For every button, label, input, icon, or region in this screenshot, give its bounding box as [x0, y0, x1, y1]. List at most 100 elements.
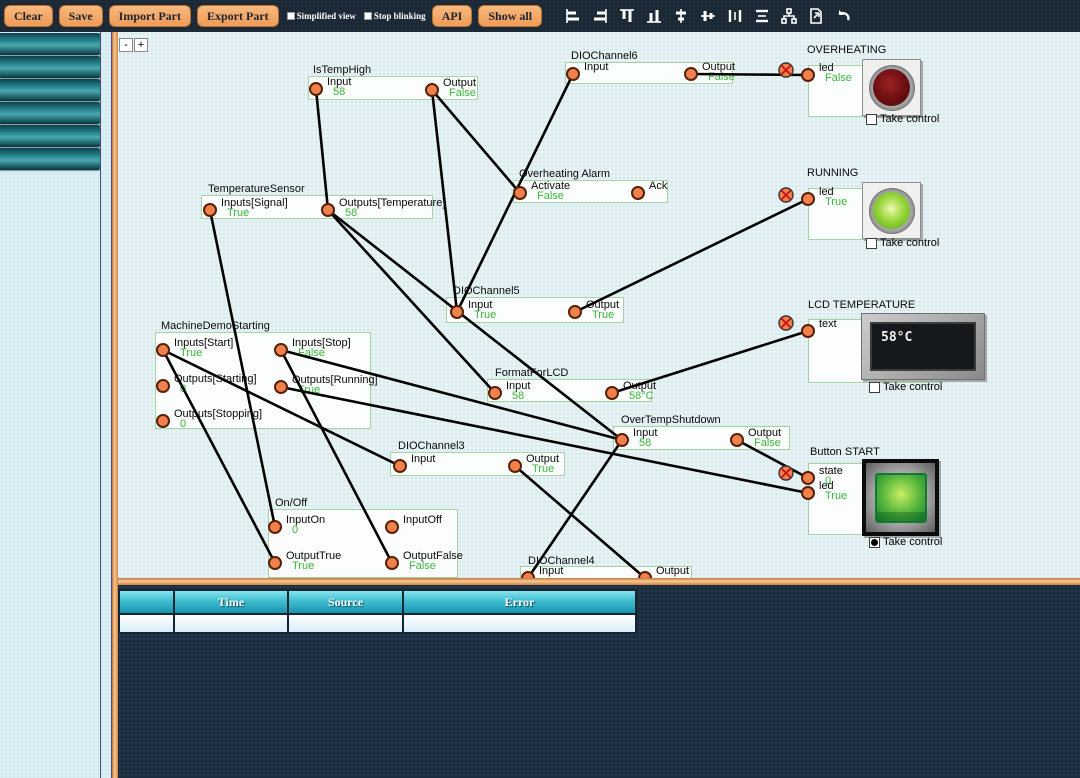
connection-anchor-icon[interactable]	[778, 315, 794, 331]
take-control-checkbox[interactable]	[866, 114, 877, 125]
sidebar-divider	[100, 32, 101, 778]
port[interactable]	[801, 192, 815, 206]
port[interactable]	[566, 67, 580, 81]
push-button-cap[interactable]	[875, 473, 927, 523]
align-left-icon[interactable]	[564, 7, 582, 25]
port[interactable]	[385, 520, 399, 534]
widget-title: RUNNING	[807, 167, 858, 179]
sidebar-part-bar[interactable]	[0, 102, 100, 124]
sidebar-part-bar[interactable]	[0, 33, 100, 55]
port[interactable]	[274, 343, 288, 357]
align-bottom-icon[interactable]	[645, 7, 663, 25]
align-top-icon[interactable]	[618, 7, 636, 25]
port[interactable]	[156, 379, 170, 393]
distribute-horizontal-icon[interactable]	[726, 7, 744, 25]
show-all-button[interactable]: Show all	[478, 5, 542, 27]
wire[interactable]	[328, 210, 622, 440]
zoom-in-button[interactable]: +	[134, 38, 148, 52]
port-label: Outputs[Stopping]	[174, 408, 262, 420]
wire[interactable]	[316, 89, 328, 210]
export-image-icon[interactable]	[807, 7, 825, 25]
port[interactable]	[425, 83, 439, 97]
port-value: False	[298, 347, 325, 359]
port-value: True	[298, 384, 320, 396]
port-label: Outputs[Starting]	[174, 373, 257, 385]
push-button[interactable]	[862, 459, 939, 536]
port[interactable]	[203, 203, 217, 217]
undo-icon[interactable]	[834, 7, 852, 25]
take-control-label: Take control	[880, 237, 939, 249]
port[interactable]	[801, 68, 815, 82]
widget-title: OVERHEATING	[807, 44, 886, 56]
port[interactable]	[801, 324, 815, 338]
port[interactable]	[513, 186, 527, 200]
port[interactable]	[393, 459, 407, 473]
port[interactable]	[156, 343, 170, 357]
block-title: DIOChannel3	[398, 440, 465, 452]
stop-blinking-label: Stop blinking	[374, 11, 426, 21]
save-button[interactable]: Save	[59, 5, 103, 27]
stop-blinking-checkbox[interactable]: Stop blinking	[364, 11, 426, 21]
checkbox-icon[interactable]	[364, 12, 372, 20]
sidebar-part-bar[interactable]	[0, 56, 100, 78]
take-control-label: Take control	[883, 381, 942, 393]
sidebar-part-bar[interactable]	[0, 125, 100, 147]
align-right-icon[interactable]	[591, 7, 609, 25]
wire[interactable]	[575, 199, 808, 312]
auto-layout-icon[interactable]	[780, 7, 798, 25]
port[interactable]	[605, 386, 619, 400]
port[interactable]	[631, 186, 645, 200]
port[interactable]	[385, 556, 399, 570]
connection-anchor-icon[interactable]	[778, 465, 794, 481]
alignment-toolbar	[564, 7, 852, 25]
simplified-view-checkbox[interactable]: Simplified view	[287, 11, 356, 21]
connection-anchor-icon[interactable]	[778, 187, 794, 203]
port-label: Input	[584, 61, 608, 73]
port-value: 58	[512, 390, 524, 402]
connection-anchor-icon[interactable]	[778, 62, 794, 78]
port[interactable]	[321, 203, 335, 217]
checkbox-icon[interactable]	[287, 12, 295, 20]
port-label: InputOff	[403, 514, 442, 526]
port-value: True	[592, 309, 614, 321]
widget-title: Button START	[810, 446, 880, 458]
sidebar-part-bar[interactable]	[0, 79, 100, 101]
port[interactable]	[488, 386, 502, 400]
port[interactable]	[801, 471, 815, 485]
port[interactable]	[730, 433, 744, 447]
distribute-vertical-icon[interactable]	[753, 7, 771, 25]
main-toolbar: Clear Save Import Part Export Part Simpl…	[0, 0, 1080, 32]
lcd-display: 58°C	[861, 313, 985, 380]
port[interactable]	[309, 82, 323, 96]
port-value: False	[825, 72, 852, 84]
zoom-out-button[interactable]: -	[119, 38, 133, 52]
port[interactable]	[268, 520, 282, 534]
align-middle-vertical-icon[interactable]	[672, 7, 690, 25]
port[interactable]	[568, 305, 582, 319]
take-control-checkbox[interactable]	[869, 382, 880, 393]
align-middle-horizontal-icon[interactable]	[699, 7, 717, 25]
port-value: False	[449, 87, 476, 99]
block-title: IsTempHigh	[313, 64, 371, 76]
lcd-screen: 58°C	[870, 322, 976, 371]
port[interactable]	[508, 459, 522, 473]
clear-button[interactable]: Clear	[4, 5, 53, 27]
import-part-button[interactable]: Import Part	[109, 5, 191, 27]
export-part-button[interactable]: Export Part	[197, 5, 279, 27]
port[interactable]	[450, 305, 464, 319]
api-button[interactable]: API	[432, 5, 473, 27]
take-control-checkbox[interactable]	[869, 537, 880, 548]
port[interactable]	[801, 486, 815, 500]
port[interactable]	[274, 380, 288, 394]
port-value: 0	[180, 418, 186, 430]
port-label: Output	[656, 565, 689, 577]
port[interactable]	[615, 433, 629, 447]
port-value: True	[825, 490, 847, 502]
sidebar-part-bar[interactable]	[0, 148, 100, 170]
take-control-checkbox[interactable]	[866, 238, 877, 249]
error-table-header-source: Source	[288, 590, 403, 614]
wire[interactable]	[432, 90, 520, 193]
port[interactable]	[684, 67, 698, 81]
port[interactable]	[156, 414, 170, 428]
port[interactable]	[268, 556, 282, 570]
